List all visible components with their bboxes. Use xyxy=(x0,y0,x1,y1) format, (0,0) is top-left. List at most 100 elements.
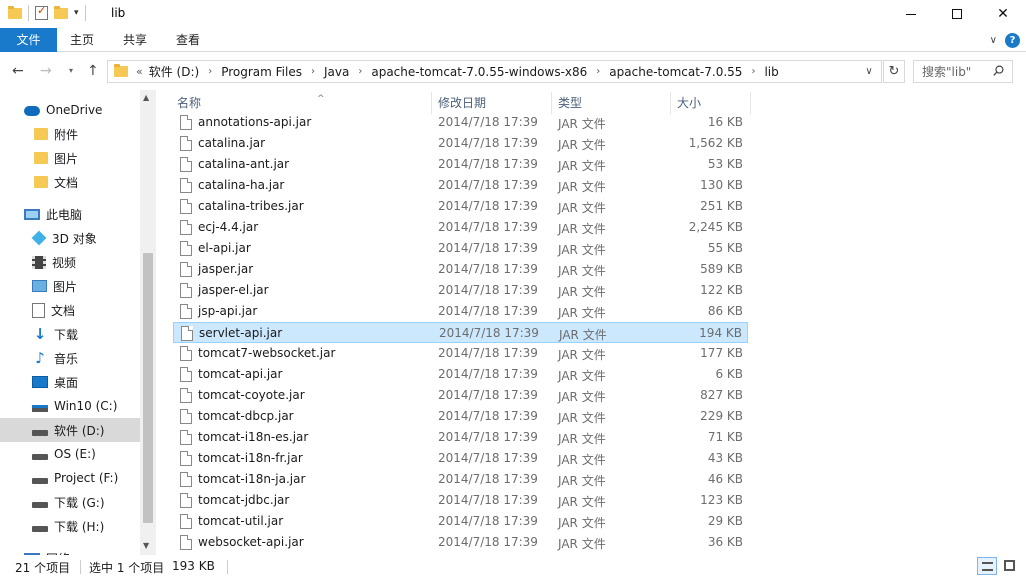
column-header-type[interactable]: 类型 xyxy=(558,90,668,114)
file-modified-date: 2014/7/18 17:39 xyxy=(438,199,538,213)
breadcrumb-drive[interactable]: 软件 (D:) xyxy=(149,63,199,80)
nav-item-3d-objects[interactable]: 3D 对象 xyxy=(0,226,140,250)
new-folder-icon[interactable] xyxy=(54,5,68,19)
address-bar[interactable]: « 软件 (D:) › Program Files › Java › apach… xyxy=(107,60,882,83)
nav-item-videos[interactable]: 视频 xyxy=(0,250,140,274)
scroll-down-icon[interactable]: ▼ xyxy=(143,541,149,550)
file-row[interactable]: servlet-api.jar 2014/7/18 17:39 JAR 文件 194 … xyxy=(173,322,748,343)
nav-item-documents[interactable]: 文档 xyxy=(0,298,140,322)
up-icon[interactable]: ↑ xyxy=(87,63,99,79)
overflow-crumbs-icon[interactable]: « xyxy=(136,65,143,78)
nav-item-drive-e[interactable]: OS (E:) xyxy=(0,442,140,466)
minimize-button[interactable] xyxy=(888,0,934,28)
file-row[interactable]: catalina-ha.jar 2014/7/18 17:39 JAR 文件 130 … xyxy=(173,175,748,196)
breadcrumb-tomcat-windows[interactable]: apache-tomcat-7.0.55-windows-x86 xyxy=(371,65,587,79)
breadcrumb-tomcat[interactable]: apache-tomcat-7.0.55 xyxy=(609,65,742,79)
column-header-size[interactable]: 大小 xyxy=(677,90,747,114)
chevron-right-icon[interactable]: › xyxy=(596,66,600,77)
help-icon[interactable]: ? xyxy=(1005,33,1020,48)
maximize-button[interactable] xyxy=(934,0,980,28)
chevron-right-icon[interactable]: › xyxy=(208,66,212,77)
scroll-up-icon[interactable]: ▲ xyxy=(143,93,149,102)
file-row[interactable]: tomcat-coyote.jar 2014/7/18 17:39 JAR 文件 82… xyxy=(173,385,748,406)
file-name: ecj-4.4.jar xyxy=(198,220,259,234)
folder-icon[interactable] xyxy=(8,5,22,19)
nav-item-music[interactable]: ♪ 音乐 xyxy=(0,346,140,370)
column-header-date[interactable]: 修改日期 xyxy=(438,90,548,114)
file-row[interactable]: catalina-tribes.jar 2014/7/18 17:39 JAR 文件… xyxy=(173,196,748,217)
selection-count: 选中 1 个项目 xyxy=(89,561,165,575)
back-icon[interactable]: ← xyxy=(12,63,24,79)
nav-item-network[interactable]: 网络 xyxy=(0,546,140,555)
file-row[interactable]: el-api.jar 2014/7/18 17:39 JAR 文件 55 KB xyxy=(173,238,748,259)
file-modified-date: 2014/7/18 17:39 xyxy=(438,388,538,402)
address-dropdown-icon[interactable]: ∨ xyxy=(858,60,880,83)
expand-ribbon-icon[interactable]: ∨ xyxy=(990,35,997,46)
refresh-icon[interactable]: ↻ xyxy=(883,60,905,83)
nav-item-drive-f[interactable]: Project (F:) xyxy=(0,466,140,490)
chevron-right-icon[interactable]: › xyxy=(751,66,755,77)
file-modified-date: 2014/7/18 17:39 xyxy=(438,430,538,444)
file-name: jsp-api.jar xyxy=(198,304,258,318)
column-divider[interactable] xyxy=(750,92,751,114)
address-row: ← → ▾ ↑ « 软件 (D:) › Program Files › Java… xyxy=(0,52,1026,90)
file-row[interactable]: catalina-ant.jar 2014/7/18 17:39 JAR 文件 53 … xyxy=(173,154,748,175)
file-row[interactable]: tomcat-dbcp.jar 2014/7/18 17:39 JAR 文件 229 … xyxy=(173,406,748,427)
nav-item-drive-c[interactable]: Win10 (C:) xyxy=(0,394,140,418)
column-divider[interactable] xyxy=(551,92,552,114)
customize-toolbar-arrow-icon[interactable]: ▾ xyxy=(74,8,79,18)
nav-item-drive-d[interactable]: 软件 (D:) xyxy=(0,418,140,442)
nav-item-onedrive-documents[interactable]: 文档 xyxy=(0,170,140,194)
breadcrumb-program-files[interactable]: Program Files xyxy=(221,65,302,79)
file-row[interactable]: websocket-api.jar 2014/7/18 17:39 JAR 文件 36… xyxy=(173,532,748,553)
tab-home[interactable]: 主页 xyxy=(70,28,94,52)
file-row[interactable]: tomcat-jdbc.jar 2014/7/18 17:39 JAR 文件 123 … xyxy=(173,490,748,511)
file-row[interactable]: tomcat-i18n-ja.jar 2014/7/18 17:39 JAR 文件 4… xyxy=(173,469,748,490)
nav-pane-scrollbar[interactable]: ▲ ▼ xyxy=(140,90,156,555)
nav-item-desktop[interactable]: 桌面 xyxy=(0,370,140,394)
file-row[interactable]: jasper.jar 2014/7/18 17:39 JAR 文件 589 KB xyxy=(173,259,748,280)
file-row[interactable]: jsp-api.jar 2014/7/18 17:39 JAR 文件 86 KB xyxy=(173,301,748,322)
properties-icon[interactable] xyxy=(35,4,48,20)
search-input[interactable]: 搜索"lib" xyxy=(913,60,1013,83)
file-row[interactable]: tomcat-api.jar 2014/7/18 17:39 JAR 文件 6 KB xyxy=(173,364,748,385)
scrollbar-thumb[interactable] xyxy=(143,253,153,523)
nav-item-onedrive[interactable]: OneDrive xyxy=(0,98,140,122)
column-divider[interactable] xyxy=(431,92,432,114)
nav-item-this-pc[interactable]: 此电脑 xyxy=(0,202,140,226)
chevron-right-icon[interactable]: › xyxy=(358,66,362,77)
column-divider[interactable] xyxy=(670,92,671,114)
file-row[interactable]: jasper-el.jar 2014/7/18 17:39 JAR 文件 122 KB xyxy=(173,280,748,301)
details-view-button[interactable] xyxy=(977,557,997,575)
status-bar: 21 个项目 选中 1 个项目 193 KB xyxy=(0,555,1026,579)
nav-item-drive-g[interactable]: 下载 (G:) xyxy=(0,490,140,514)
file-row[interactable]: tomcat-i18n-fr.jar 2014/7/18 17:39 JAR 文件 4… xyxy=(173,448,748,469)
forward-icon[interactable]: → xyxy=(40,63,52,79)
video-icon xyxy=(32,255,46,269)
close-button[interactable]: ✕ xyxy=(980,0,1026,28)
chevron-right-icon[interactable]: › xyxy=(311,66,315,77)
nav-item-downloads[interactable]: ↓ 下载 xyxy=(0,322,140,346)
large-icons-view-button[interactable] xyxy=(1000,557,1020,575)
tab-view[interactable]: 查看 xyxy=(176,28,200,52)
nav-item-attachments[interactable]: 附件 xyxy=(0,122,140,146)
quick-access-toolbar: ▾ xyxy=(8,4,86,21)
nav-item-pictures[interactable]: 图片 xyxy=(0,274,140,298)
recent-locations-icon[interactable]: ▾ xyxy=(69,66,73,75)
file-row[interactable]: annotations-api.jar 2014/7/18 17:39 JAR 文件… xyxy=(173,112,748,133)
file-size: 53 KB xyxy=(707,157,743,171)
file-row[interactable]: tomcat-util.jar 2014/7/18 17:39 JAR 文件 29 K… xyxy=(173,511,748,532)
nav-item-drive-h[interactable]: 下载 (H:) xyxy=(0,514,140,538)
nav-item-onedrive-pictures[interactable]: 图片 xyxy=(0,146,140,170)
tab-file[interactable]: 文件 xyxy=(0,28,57,52)
ribbon-controls: ∨ ? xyxy=(990,33,1020,48)
file-row[interactable]: tomcat-i18n-es.jar 2014/7/18 17:39 JAR 文件 7… xyxy=(173,427,748,448)
tab-share[interactable]: 共享 xyxy=(123,28,147,52)
file-row[interactable]: ecj-4.4.jar 2014/7/18 17:39 JAR 文件 2,245 KB xyxy=(173,217,748,238)
column-header-name[interactable]: ^ 名称 xyxy=(177,90,417,114)
breadcrumb-lib[interactable]: lib xyxy=(764,65,778,79)
file-row[interactable]: tomcat7-websocket.jar 2014/7/18 17:39 JAR … xyxy=(173,343,748,364)
file-row[interactable]: catalina.jar 2014/7/18 17:39 JAR 文件 1,562 K… xyxy=(173,133,748,154)
breadcrumb-java[interactable]: Java xyxy=(324,65,349,79)
file-list: ^ 名称 修改日期 类型 大小 annotations-api.jar 2014/… xyxy=(156,90,1008,555)
